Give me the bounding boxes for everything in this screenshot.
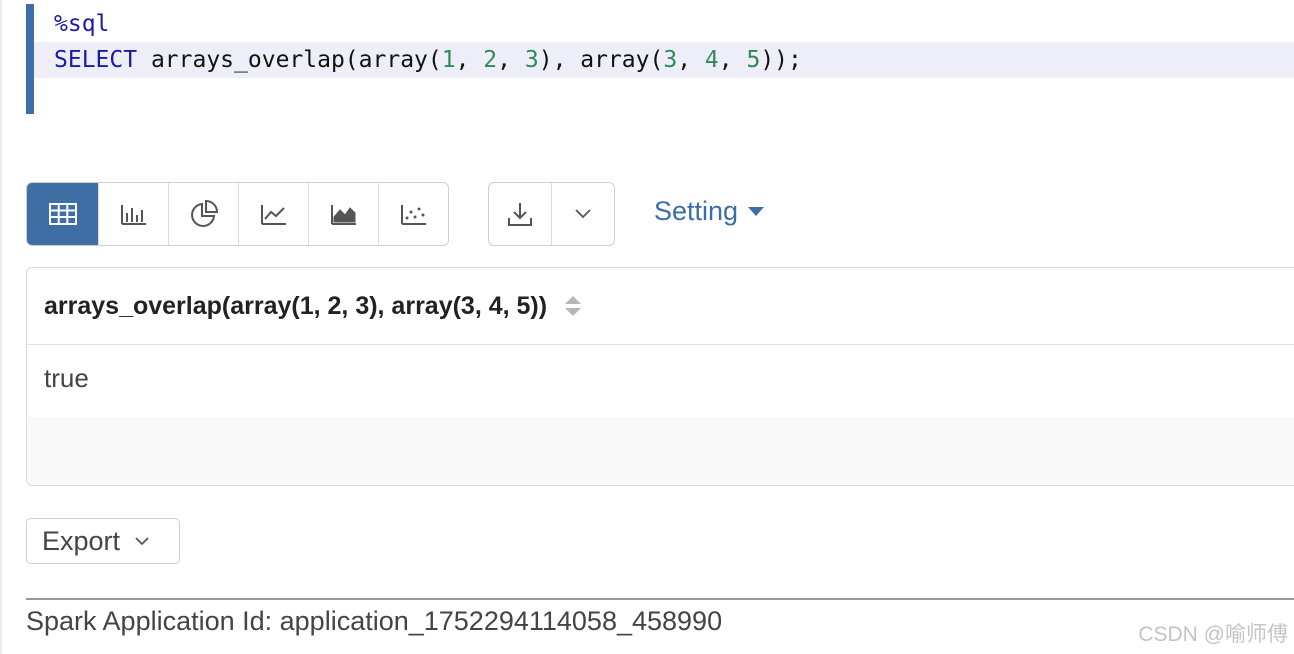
sql-keyword: SELECT [54,47,138,73]
column-header[interactable]: arrays_overlap(array(1, 2, 3), array(3, … [27,268,1294,345]
left-border [0,0,2,654]
chevron-down-icon [135,537,149,546]
watermark: CSDN @喻师傅 [1138,623,1288,646]
code-number: 1 [441,47,456,73]
column-header-label: arrays_overlap(array(1, 2, 3), array(3, … [44,291,548,320]
code-text: , [455,47,484,73]
code-line-1: %sql [54,11,110,37]
scatter-chart-icon [400,205,426,225]
download-icon [508,203,532,226]
code-text: )); [760,47,802,73]
caret-down-icon [748,207,765,216]
code-text: ), array( [538,47,664,73]
spark-app-id: Spark Application Id: application_175229… [26,606,723,636]
code-editor[interactable]: %sql SELECT arrays_overlap(array(1, 2, 3… [26,4,1294,114]
code-text: , [497,47,525,73]
table-row: true [27,345,1294,417]
result-table: arrays_overlap(array(1, 2, 3), array(3, … [26,267,1294,486]
export-label: Export [42,525,121,556]
table-view-button[interactable] [27,183,99,245]
area-chart-button[interactable] [309,183,379,245]
line-chart-button[interactable] [239,183,309,245]
chevron-down-icon [575,209,591,219]
code-number: 2 [483,47,498,73]
download-button[interactable] [489,183,552,245]
download-toolbar [488,182,615,246]
visualization-toolbar [26,182,449,246]
download-options-button[interactable] [552,183,614,245]
code-text: arrays_overlap(array( [137,47,442,73]
setting-label: Setting [654,196,739,226]
table-row-empty [27,417,1294,485]
area-chart-icon [330,205,356,225]
code-number: 3 [663,47,678,73]
table-icon [48,203,77,225]
setting-dropdown[interactable]: Setting [654,196,765,227]
sort-icon[interactable] [565,296,582,316]
pie-chart-icon [190,200,218,227]
code-text: , [718,47,747,73]
code-text: , [677,47,705,73]
export-button[interactable]: Export [26,518,180,564]
code-number: 4 [704,47,719,73]
code-number: 3 [524,47,539,73]
scatter-chart-button[interactable] [379,183,448,245]
divider [26,598,1294,600]
code-line-2: SELECT arrays_overlap(array(1, 2, 3), ar… [34,42,1294,78]
pie-chart-button[interactable] [169,183,239,245]
bar-chart-button[interactable] [99,183,169,245]
bar-chart-icon [120,205,146,225]
table-cell: true [44,363,89,393]
line-chart-icon [260,205,286,225]
code-number: 5 [746,47,761,73]
